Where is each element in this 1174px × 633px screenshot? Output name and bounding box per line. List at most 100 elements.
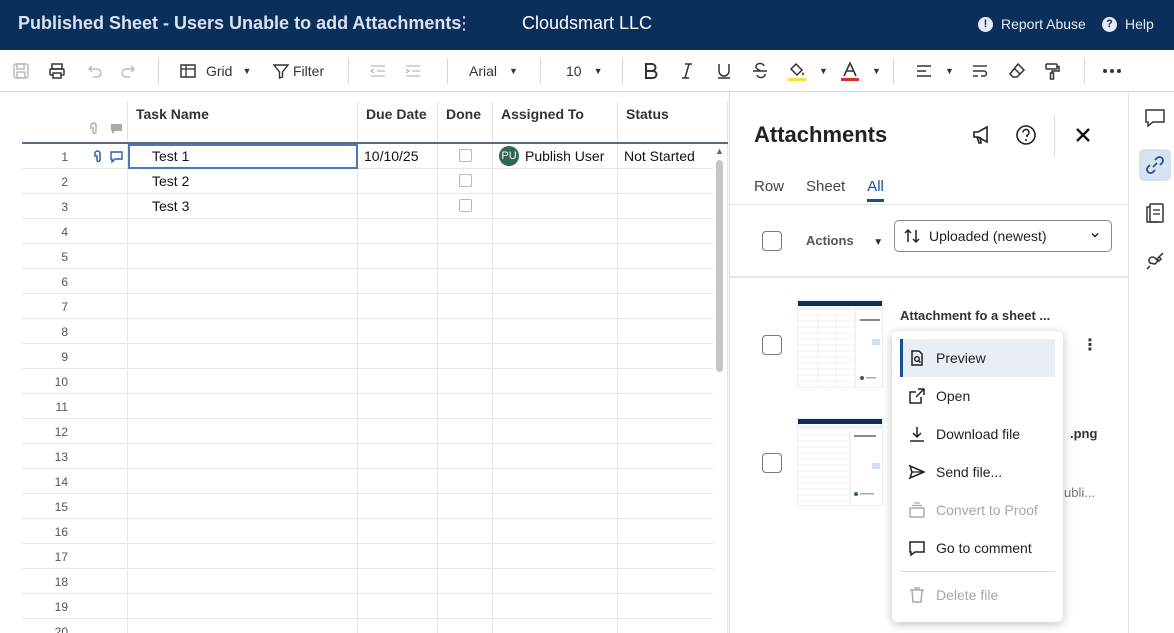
- menu-item-go-to-comment[interactable]: Go to comment: [900, 529, 1055, 567]
- due-date-cell[interactable]: [358, 394, 438, 419]
- rail-summary-button[interactable]: [1139, 197, 1171, 229]
- menu-item-download[interactable]: Download file: [900, 415, 1055, 453]
- status-cell[interactable]: [618, 494, 728, 519]
- status-cell[interactable]: [618, 319, 728, 344]
- assigned-to-cell[interactable]: [493, 544, 618, 569]
- column-header-due-date[interactable]: Due Date: [358, 102, 438, 142]
- scroll-up-icon[interactable]: ▲: [715, 146, 724, 156]
- due-date-cell[interactable]: [358, 519, 438, 544]
- task-name-cell[interactable]: Test 1: [128, 144, 358, 169]
- save-button[interactable]: [12, 50, 30, 92]
- task-name-cell[interactable]: [128, 619, 358, 633]
- done-cell[interactable]: [438, 319, 493, 344]
- done-checkbox[interactable]: [458, 149, 472, 162]
- status-cell[interactable]: [618, 569, 728, 594]
- status-cell[interactable]: [618, 219, 728, 244]
- due-date-cell[interactable]: [358, 444, 438, 469]
- done-cell[interactable]: [438, 369, 493, 394]
- done-cell[interactable]: [438, 344, 493, 369]
- table-row[interactable]: 13: [22, 444, 728, 469]
- task-name-cell[interactable]: [128, 294, 358, 319]
- attachment-checkbox[interactable]: [762, 453, 782, 473]
- done-cell[interactable]: [438, 419, 493, 444]
- due-date-cell[interactable]: [358, 594, 438, 619]
- table-row[interactable]: 16: [22, 519, 728, 544]
- tab-row[interactable]: Row: [754, 178, 784, 201]
- task-name-cell[interactable]: [128, 569, 358, 594]
- status-cell[interactable]: [618, 244, 728, 269]
- column-header-status[interactable]: Status: [618, 102, 728, 142]
- menu-item-delete-file[interactable]: Delete file: [900, 576, 1055, 614]
- actions-dropdown[interactable]: Actions ▼: [806, 233, 883, 248]
- table-row[interactable]: 10: [22, 369, 728, 394]
- column-header-task-name[interactable]: Task Name: [128, 102, 358, 142]
- done-cell[interactable]: [438, 494, 493, 519]
- text-color-button[interactable]: ▼: [840, 50, 881, 92]
- filter-button[interactable]: Filter: [273, 50, 324, 92]
- due-date-cell[interactable]: [358, 544, 438, 569]
- status-cell[interactable]: [618, 194, 728, 219]
- font-size-select[interactable]: 10 ▼: [566, 50, 603, 92]
- table-row[interactable]: 9: [22, 344, 728, 369]
- assigned-to-cell[interactable]: [493, 169, 618, 194]
- table-row[interactable]: 20: [22, 619, 728, 633]
- announcement-button[interactable]: [971, 124, 993, 151]
- outdent-button[interactable]: [369, 50, 387, 92]
- table-row[interactable]: 7: [22, 294, 728, 319]
- status-cell[interactable]: [618, 619, 728, 633]
- print-button[interactable]: [48, 50, 66, 92]
- assigned-to-cell[interactable]: [493, 444, 618, 469]
- task-name-cell[interactable]: [128, 544, 358, 569]
- due-date-cell[interactable]: [358, 419, 438, 444]
- status-cell[interactable]: Not Started: [618, 144, 728, 169]
- task-name-cell[interactable]: Test 2: [128, 169, 358, 194]
- done-cell[interactable]: [438, 519, 493, 544]
- align-button[interactable]: ▼: [915, 50, 954, 92]
- clear-format-button[interactable]: [1008, 50, 1026, 92]
- strikethrough-button[interactable]: [752, 50, 768, 92]
- help-link[interactable]: ? Help: [1102, 16, 1154, 32]
- sheet-title[interactable]: Published Sheet - Users Unable to add At…: [18, 13, 461, 34]
- assigned-to-cell[interactable]: PU Publish User: [493, 144, 618, 169]
- status-cell[interactable]: [618, 394, 728, 419]
- due-date-cell[interactable]: [358, 294, 438, 319]
- due-date-cell[interactable]: [358, 369, 438, 394]
- more-options-button[interactable]: [1102, 50, 1122, 92]
- status-cell[interactable]: [618, 444, 728, 469]
- status-cell[interactable]: [618, 594, 728, 619]
- table-row[interactable]: 6: [22, 269, 728, 294]
- done-cell[interactable]: [438, 269, 493, 294]
- menu-item-preview[interactable]: Preview: [900, 339, 1055, 377]
- attachment-thumbnail[interactable]: [797, 300, 883, 388]
- underline-button[interactable]: [716, 50, 732, 92]
- due-date-cell[interactable]: [358, 469, 438, 494]
- assigned-to-cell[interactable]: [493, 369, 618, 394]
- attachment-indicator-icon[interactable]: [92, 150, 104, 164]
- table-row[interactable]: 8: [22, 319, 728, 344]
- sheet-menu-icon[interactable]: ⋮: [455, 13, 473, 34]
- table-row[interactable]: 4: [22, 219, 728, 244]
- tab-sheet[interactable]: Sheet: [806, 178, 845, 201]
- fill-color-button[interactable]: ▼: [787, 50, 828, 92]
- tab-all[interactable]: All: [867, 178, 884, 202]
- done-cell[interactable]: [438, 544, 493, 569]
- task-name-cell[interactable]: Test 3: [128, 194, 358, 219]
- done-cell[interactable]: [438, 219, 493, 244]
- table-row[interactable]: 2 Test 2: [22, 169, 728, 194]
- font-family-select[interactable]: Arial ▼: [469, 50, 518, 92]
- comment-indicator-icon[interactable]: [110, 151, 123, 163]
- attachment-thumbnail[interactable]: [797, 418, 883, 506]
- status-cell[interactable]: [618, 469, 728, 494]
- done-cell[interactable]: [438, 244, 493, 269]
- assigned-to-cell[interactable]: [493, 394, 618, 419]
- rail-integrations-button[interactable]: [1139, 245, 1171, 277]
- format-painter-button[interactable]: [1043, 50, 1061, 92]
- done-cell[interactable]: [438, 569, 493, 594]
- table-row[interactable]: 3 Test 3: [22, 194, 728, 219]
- menu-item-open[interactable]: Open: [900, 377, 1055, 415]
- table-row[interactable]: 5: [22, 244, 728, 269]
- assigned-to-cell[interactable]: [493, 294, 618, 319]
- status-cell[interactable]: [618, 419, 728, 444]
- menu-item-convert-to-proof[interactable]: Convert to Proof: [900, 491, 1055, 529]
- status-cell[interactable]: [618, 519, 728, 544]
